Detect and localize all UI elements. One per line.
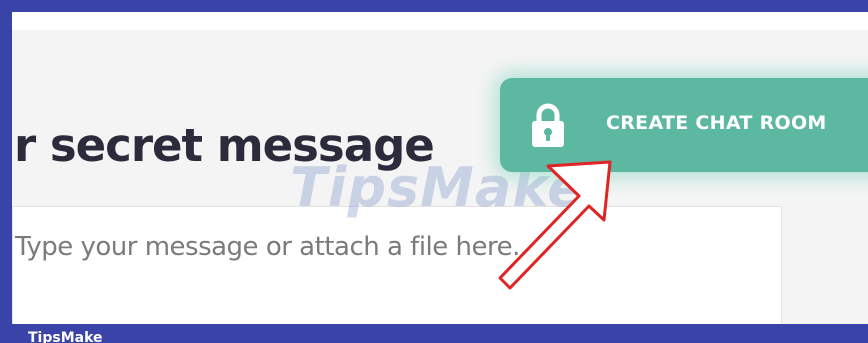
- message-input[interactable]: [13, 229, 755, 265]
- page-heading: r secret message: [14, 119, 435, 172]
- footer-brand: TipsMake: [28, 330, 103, 343]
- create-chat-room-label: CREATE CHAT ROOM: [606, 112, 827, 134]
- footer-bar: TipsMake: [12, 324, 868, 343]
- lock-icon: [532, 103, 564, 147]
- message-box[interactable]: [12, 206, 782, 336]
- top-strip: [12, 12, 868, 30]
- create-chat-room-button[interactable]: CREATE CHAT ROOM: [500, 78, 868, 172]
- screenshot-frame: r secret message TipsMake CREATE CHAT RO…: [0, 0, 868, 343]
